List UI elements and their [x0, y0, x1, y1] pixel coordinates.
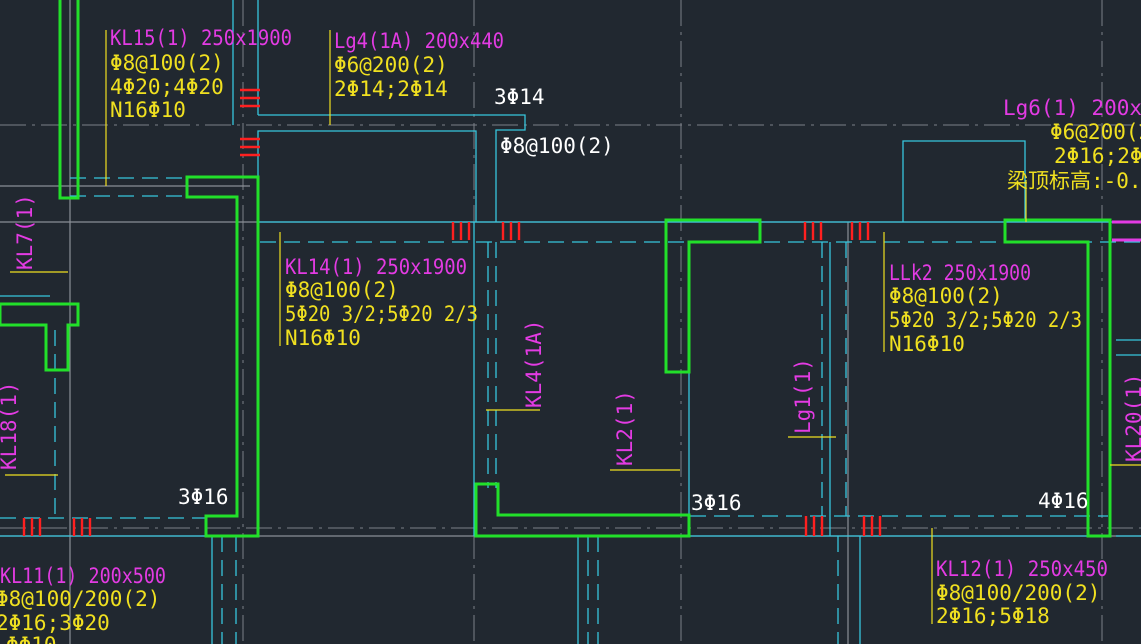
note-stirrup-mid: Φ8@100(2)	[500, 134, 614, 158]
llk2-main-rebar: 5Φ20 3/2;5Φ20 2/3	[889, 308, 1082, 332]
lg6-name: Lg6(1) 200x40	[1003, 96, 1141, 120]
kl15-side-rebar: N16Φ10	[110, 98, 186, 122]
kl14-stirrup: Φ8@100(2)	[285, 278, 399, 302]
kl11-stirrup: Φ8@100/200(2)	[0, 587, 160, 611]
label-kl7: KL7(1)	[13, 194, 37, 270]
kl15-main-rebar: 4Φ20;4Φ20	[110, 75, 224, 99]
kl12-name: KL12(1) 250x450	[936, 557, 1108, 581]
llk2-side-rebar: N16Φ10	[889, 332, 965, 356]
label-kl2: KL2(1)	[613, 390, 637, 466]
kl14-side-rebar: N16Φ10	[285, 326, 361, 350]
note-right-4-16: 4Φ16	[1038, 489, 1089, 513]
kl14-name: KL14(1) 250x1900	[285, 255, 467, 279]
kl12-main-rebar: 2Φ16;5Φ18	[936, 604, 1050, 628]
llk2-stirrup: Φ8@100(2)	[889, 284, 1003, 308]
label-lg1: Lg1(1)	[791, 358, 815, 434]
kl14-main-rebar: 5Φ20 3/2;5Φ20 2/3	[285, 302, 478, 326]
kl11-main-rebar: 2Φ16;3Φ20	[0, 611, 110, 635]
lg4-main-rebar: 2Φ14;2Φ14	[334, 77, 448, 101]
kl11-name: KL11(1) 200x500	[0, 564, 166, 588]
label-kl18: KL18(1)	[0, 381, 21, 470]
label-kl20: KL20(1)	[1122, 373, 1141, 462]
lg6-main-rebar: 2Φ16;2Φ	[1054, 144, 1141, 168]
note-mid-3-16: 3Φ16	[691, 491, 742, 515]
note-left-3-16: 3Φ16	[178, 485, 229, 509]
note-top-3-14: 3Φ14	[494, 85, 545, 109]
lg6-stirrup: Φ6@200(2	[1050, 120, 1141, 144]
lg4-name: Lg4(1A) 200x440	[334, 29, 504, 53]
drawing-canvas[interactable]: KL15(1) 250x1900 Φ8@100(2) 4Φ20;4Φ20 N16…	[0, 0, 1141, 644]
lg6-top-elevation: 梁顶标高:-0.50	[1007, 169, 1141, 193]
label-kl4: KL4(1A)	[522, 319, 546, 408]
llk2-name: LLk2 250x1900	[889, 261, 1031, 285]
lg4-stirrup: Φ6@200(2)	[334, 53, 448, 77]
kl15-stirrup: Φ8@100(2)	[110, 51, 224, 75]
kl12-stirrup: Φ8@100/200(2)	[936, 581, 1100, 605]
kl11-side-rebar: ΦΦ10	[6, 633, 57, 644]
kl15-name: KL15(1) 250x1900	[110, 26, 292, 50]
